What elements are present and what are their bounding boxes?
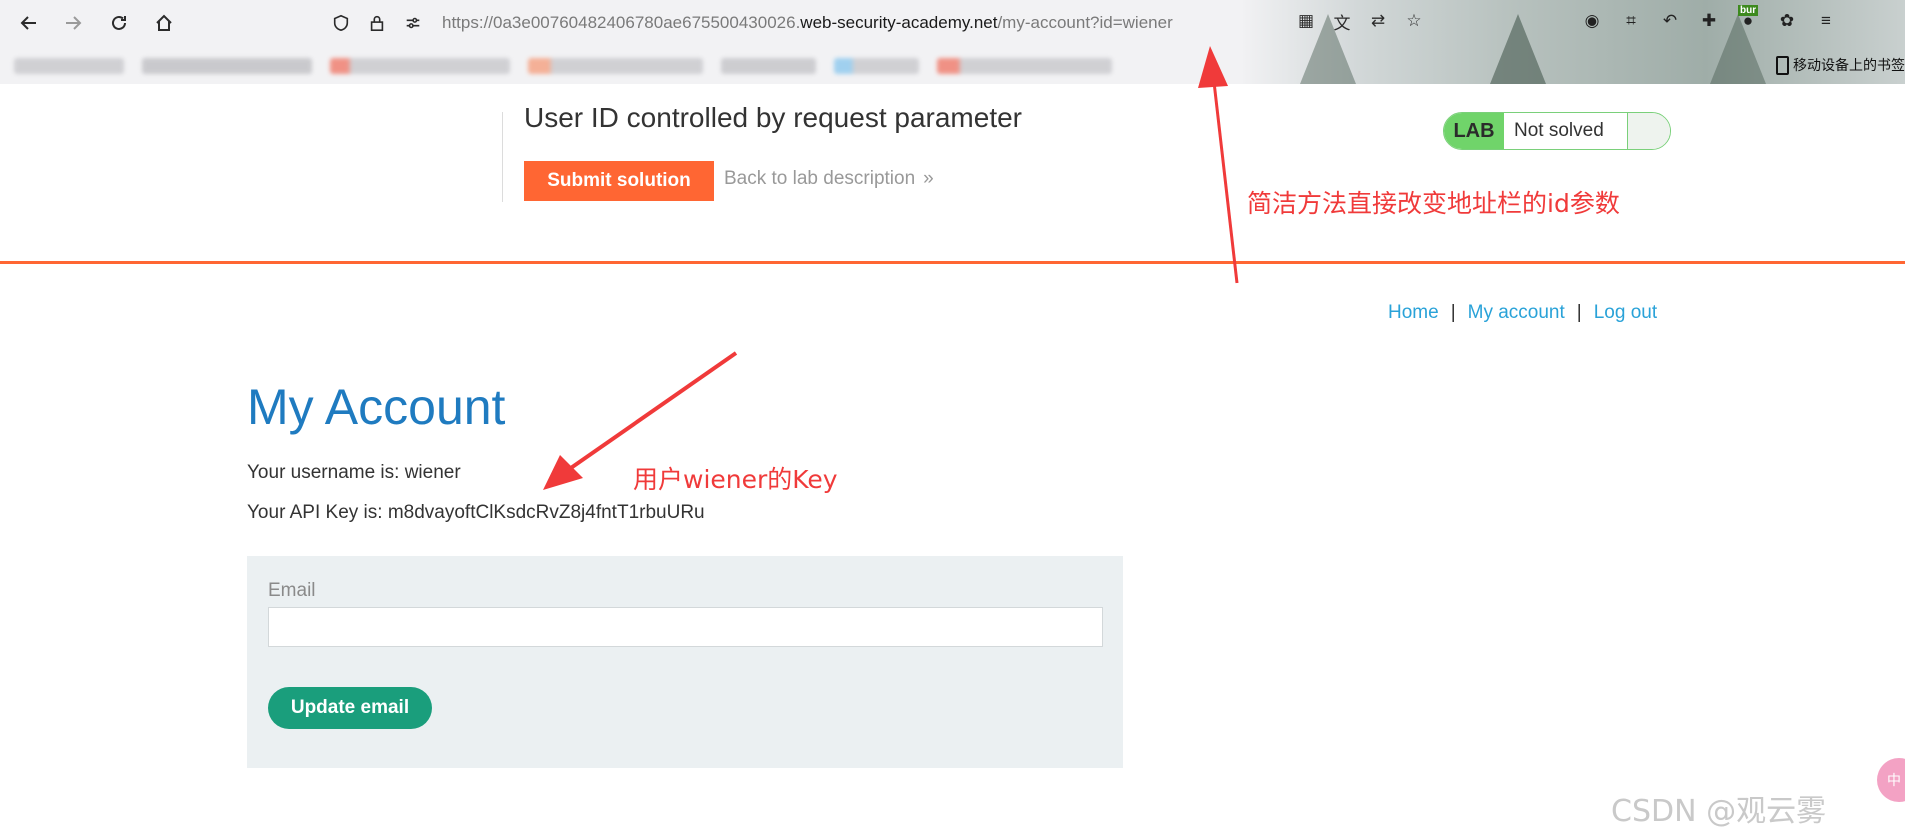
- blurred-bookmark[interactable]: [528, 58, 703, 74]
- url-annotation-note: 简洁方法直接改变地址栏的id参数: [1247, 189, 1620, 218]
- back-to-lab-description-link[interactable]: Back to lab description »: [724, 168, 934, 190]
- nav-my-account-link[interactable]: My account: [1468, 302, 1565, 324]
- translate-icon[interactable]: 文: [1331, 9, 1353, 33]
- blurred-bookmark[interactable]: [142, 58, 312, 74]
- lab-status-text: Not solved: [1504, 113, 1628, 149]
- submit-solution-button[interactable]: Submit solution: [524, 161, 714, 201]
- page-title: My Account: [247, 379, 506, 435]
- double-chevron-right-icon: »: [923, 168, 934, 189]
- lab-status-widget: LAB Not solved: [1443, 112, 1671, 150]
- browser-toolbar: https://0a3e00760482406780ae675500430026…: [0, 0, 1905, 84]
- mobile-bookmarks[interactable]: 移动设备上的书签: [1776, 55, 1905, 75]
- annotation-arrowhead: [543, 455, 583, 490]
- url-text[interactable]: https://0a3e00760482406780ae675500430026…: [442, 13, 1173, 33]
- address-bar-actions: ▦ 文 ⇄ ☆: [1295, 9, 1425, 33]
- cookie-icon[interactable]: ✿: [1775, 9, 1799, 33]
- theme-tree-image: [1490, 14, 1546, 84]
- lab-status-indicator: [1628, 113, 1670, 149]
- blurred-bookmark[interactable]: [721, 58, 816, 74]
- api-key-text: Your API Key is: m8dvayoftClKsdcRvZ8j4fn…: [247, 502, 705, 523]
- qr-code-icon[interactable]: ▦: [1295, 9, 1317, 33]
- url-path: /my-account?id=wiener: [997, 13, 1173, 32]
- lab-badge: LAB: [1444, 113, 1504, 149]
- address-bar[interactable]: https://0a3e00760482406780ae675500430026…: [330, 7, 1440, 39]
- lab-header-divider: [502, 112, 503, 202]
- lock-icon[interactable]: [366, 12, 388, 34]
- update-email-button[interactable]: Update email: [268, 687, 432, 729]
- nav-separator: |: [1576, 302, 1582, 323]
- nav-log-out-link[interactable]: Log out: [1594, 302, 1657, 324]
- nav-separator: |: [1450, 302, 1456, 323]
- forward-arrow-icon[interactable]: [60, 10, 86, 36]
- bookmark-star-icon[interactable]: ☆: [1403, 9, 1425, 33]
- page-translate-icon[interactable]: ⇄: [1367, 9, 1389, 33]
- mobile-bookmarks-label: 移动设备上的书签: [1793, 58, 1905, 74]
- csdn-watermark: CSDN @观云雾: [1611, 794, 1827, 829]
- extensions-puzzle-icon[interactable]: ✚: [1697, 9, 1721, 33]
- email-field[interactable]: [268, 607, 1103, 647]
- url-host: web-security-academy.net: [800, 13, 998, 32]
- annotation-arrow-line: [566, 351, 738, 472]
- burp-extension-icon[interactable]: bur ●: [1736, 5, 1760, 33]
- screenshot-crop-icon[interactable]: ⌗: [1619, 9, 1643, 33]
- account-icon[interactable]: ◉: [1580, 9, 1604, 33]
- phone-icon: [1776, 55, 1789, 75]
- blurred-bookmark[interactable]: [834, 58, 919, 74]
- nav-home-link[interactable]: Home: [1388, 302, 1439, 324]
- tracking-shield-icon[interactable]: [330, 12, 352, 34]
- lab-title: User ID controlled by request parameter: [524, 102, 1022, 133]
- extensions-toolbar: ◉ ⌗ ↶ ✚ bur ● ✿ ≡: [1580, 5, 1838, 33]
- menu-icon[interactable]: ≡: [1814, 9, 1838, 33]
- side-floating-badge[interactable]: 中: [1877, 758, 1905, 802]
- annotation-arrow-line: [1212, 81, 1239, 284]
- back-link-label: Back to lab description: [724, 168, 916, 189]
- reload-icon[interactable]: [106, 10, 132, 36]
- username-text: Your username is: wiener: [247, 462, 461, 483]
- bookmarks-bar: [0, 52, 1184, 80]
- blurred-bookmark[interactable]: [937, 58, 1112, 74]
- top-navigation: Home | My account | Log out: [1388, 302, 1657, 324]
- email-label: Email: [268, 580, 316, 601]
- url-prefix: https://0a3e00760482406780ae675500430026…: [442, 13, 801, 32]
- back-arrow-icon[interactable]: [16, 10, 42, 36]
- blurred-bookmark[interactable]: [14, 58, 124, 74]
- burp-extension-label: bur: [1738, 5, 1759, 16]
- header-separator: [0, 261, 1905, 264]
- api-key-annotation-note: 用户wiener的Key: [633, 465, 838, 494]
- site-permissions-icon[interactable]: [402, 12, 424, 34]
- blurred-bookmark[interactable]: [330, 58, 510, 74]
- undo-icon[interactable]: ↶: [1658, 9, 1682, 33]
- update-email-form: [247, 556, 1123, 768]
- home-icon[interactable]: [151, 10, 177, 36]
